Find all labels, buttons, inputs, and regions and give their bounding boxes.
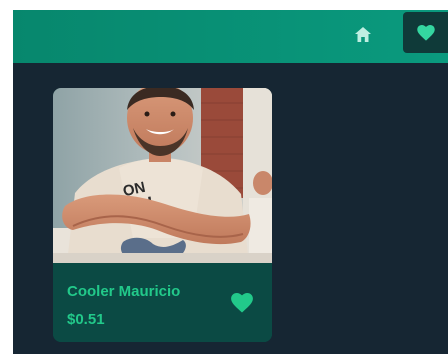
heart-icon — [231, 293, 253, 313]
favorites-button[interactable] — [403, 12, 448, 53]
top-navigation-bar — [13, 10, 448, 63]
product-name: Cooler Mauricio — [67, 283, 181, 300]
product-photo: ON BALL — [53, 88, 272, 263]
product-card[interactable]: ON BALL Cooler Mauricio $0.51 — [53, 88, 272, 342]
card-footer: Cooler Mauricio $0.51 — [53, 263, 272, 342]
home-button[interactable] — [349, 19, 377, 49]
app-window: ON BALL Cooler Mauricio $0.51 — [13, 10, 448, 354]
product-price: $0.51 — [67, 311, 105, 328]
heart-icon — [416, 24, 435, 41]
home-icon — [355, 26, 371, 42]
favorite-toggle[interactable] — [229, 290, 255, 316]
